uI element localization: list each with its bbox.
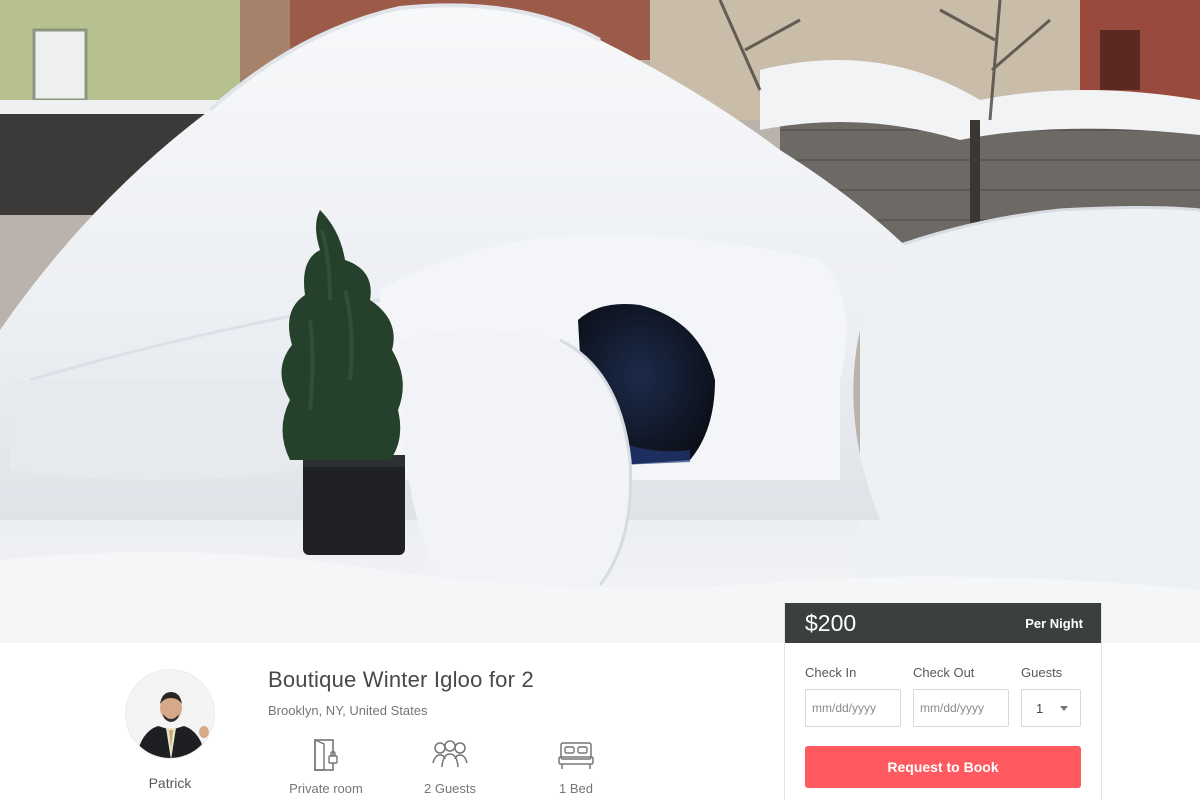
amenity-beds: 1 Bed bbox=[548, 737, 604, 796]
guests-select[interactable]: 1 bbox=[1021, 689, 1081, 727]
guests-label: Guests bbox=[1021, 665, 1063, 680]
booking-widget: $200 Per Night Check In Check Out Guests… bbox=[784, 603, 1102, 800]
amenity-guests: 2 Guests bbox=[416, 737, 484, 796]
nightly-price: $200 bbox=[805, 609, 857, 636]
guests-value: 1 bbox=[1036, 700, 1044, 716]
listing-photo bbox=[0, 0, 1200, 643]
check-out-label: Check Out bbox=[913, 665, 975, 680]
avatar[interactable] bbox=[125, 669, 215, 759]
request-to-book-button[interactable]: Request to Book bbox=[805, 746, 1081, 788]
check-in-label: Check In bbox=[805, 665, 857, 680]
bed-icon bbox=[558, 742, 594, 769]
per-night-label: Per Night bbox=[1025, 615, 1083, 631]
host-name[interactable]: Patrick bbox=[120, 775, 220, 791]
host-profile[interactable]: Patrick bbox=[120, 669, 220, 791]
amenity-label: 2 Guests bbox=[423, 781, 477, 796]
guests-icon bbox=[432, 740, 468, 768]
amenity-label: 1 Bed bbox=[559, 781, 593, 796]
chevron-down-icon bbox=[1060, 706, 1068, 711]
door-icon bbox=[314, 738, 338, 771]
check-in-input[interactable] bbox=[805, 689, 901, 727]
check-out-input[interactable] bbox=[913, 689, 1009, 727]
listing-location: Brooklyn, NY, United States bbox=[268, 703, 428, 718]
amenity-label: Private room bbox=[289, 781, 363, 796]
price-bar: $200 Per Night bbox=[785, 603, 1101, 643]
listing-title: Boutique Winter Igloo for 2 bbox=[268, 667, 534, 692]
amenity-room-type: Private room bbox=[284, 737, 368, 796]
host-photo-icon bbox=[126, 670, 214, 758]
